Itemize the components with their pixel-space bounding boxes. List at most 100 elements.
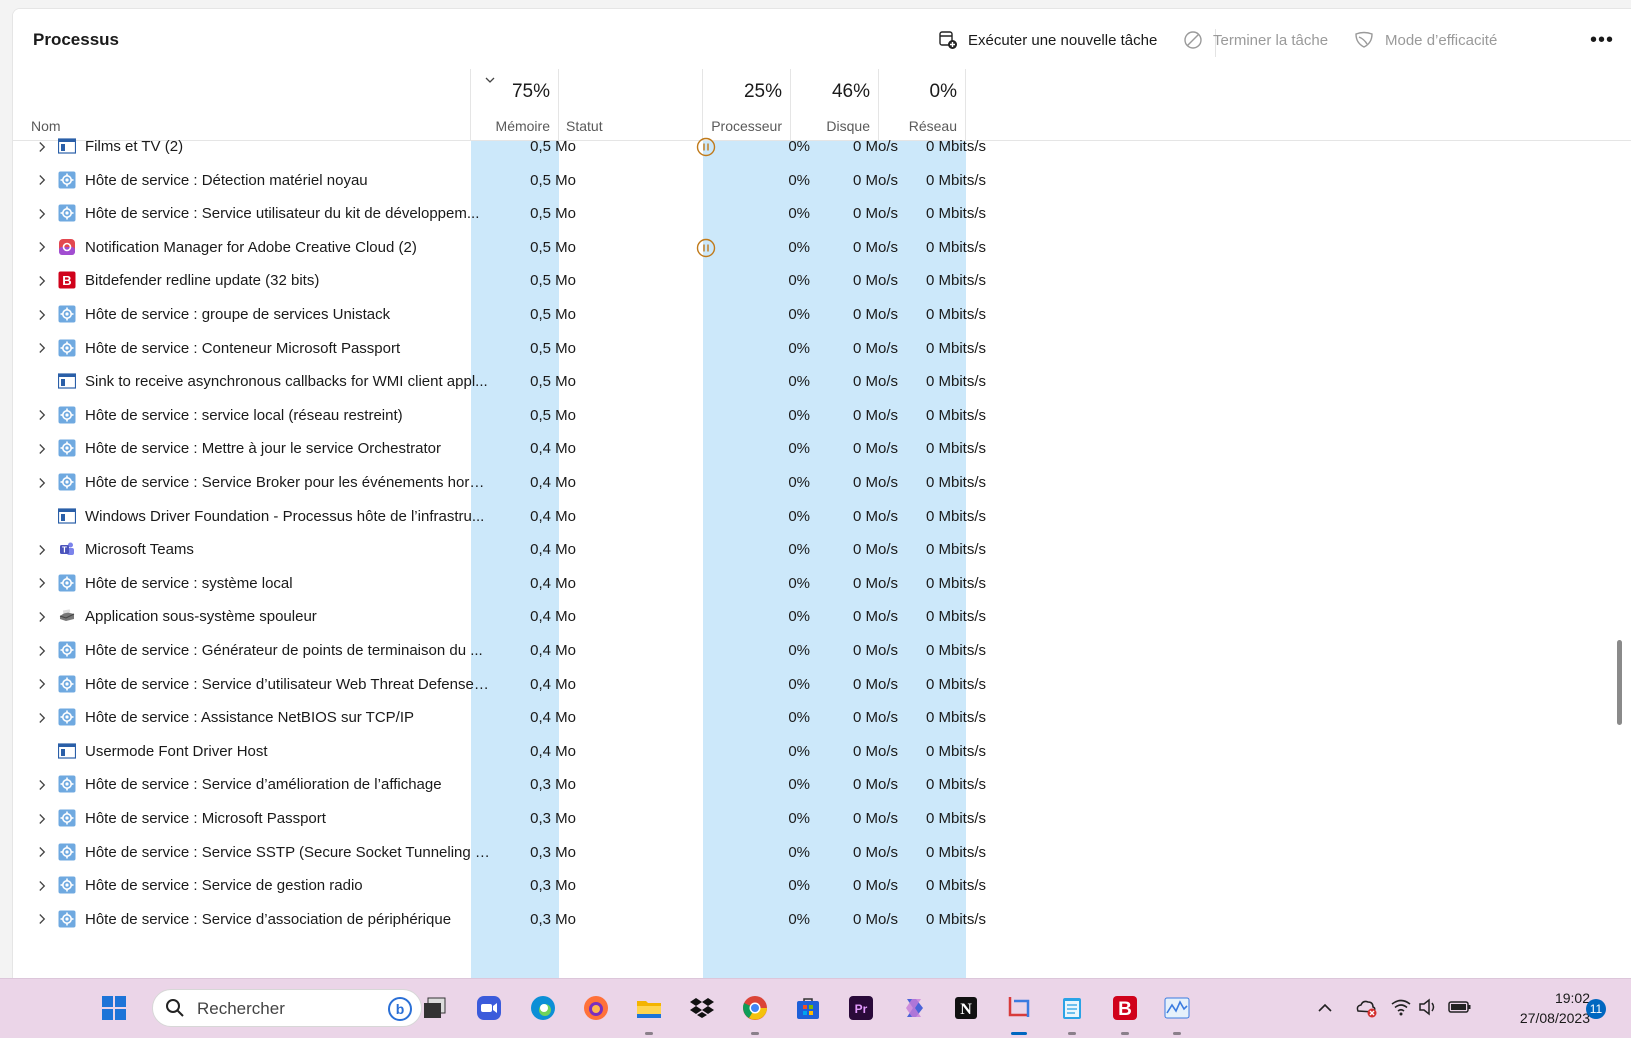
- firefox-icon[interactable]: [581, 993, 611, 1023]
- running-indicator: [1173, 1032, 1181, 1035]
- running-indicator: [645, 1032, 653, 1035]
- expand-chevron-icon[interactable]: [35, 297, 49, 332]
- premiere-icon[interactable]: Pr: [846, 993, 876, 1023]
- process-disk: 0 Mo/s: [852, 306, 898, 323]
- edge-icon[interactable]: [528, 993, 558, 1023]
- process-row[interactable]: Application sous-système spouleur 0,4 Mo 0…: [13, 599, 1013, 634]
- chevron-up-icon[interactable]: [1317, 1001, 1333, 1015]
- process-row[interactable]: Usermode Font Driver Host 0,4 Mo 0% 0 Mo/s 0…: [13, 734, 1013, 769]
- expand-chevron-icon[interactable]: [35, 633, 49, 668]
- new-task-icon: [939, 31, 957, 49]
- expand-chevron-icon[interactable]: [35, 431, 49, 466]
- expand-chevron-icon[interactable]: [35, 902, 49, 937]
- end-task-label: Terminer la tâche: [1213, 31, 1329, 49]
- volume-icon[interactable]: [1418, 998, 1440, 1016]
- bitdefender-icon[interactable]: B: [1110, 993, 1140, 1023]
- expand-chevron-icon[interactable]: [35, 835, 49, 870]
- process-disk: 0 Mo/s: [852, 843, 898, 861]
- process-row[interactable]: Hôte de service : Microsoft Passport 0,3 …: [13, 801, 1013, 836]
- disk-total: 46%: [831, 81, 870, 102]
- battery-icon[interactable]: [1448, 999, 1472, 1015]
- process-row[interactable]: Hôte de service : Service Broker pour le…: [13, 465, 1013, 500]
- file-explorer-icon[interactable]: [634, 993, 664, 1023]
- process-row[interactable]: Hôte de service : Service d’utilisateur …: [13, 667, 1013, 702]
- process-row[interactable]: Hôte de service : groupe de services Uni…: [13, 297, 1013, 332]
- expand-chevron-icon[interactable]: [35, 767, 49, 802]
- expand-chevron-icon[interactable]: [35, 163, 49, 198]
- task-manager-icon[interactable]: [1162, 993, 1192, 1023]
- expand-chevron-icon[interactable]: [35, 667, 49, 702]
- copilot-icon[interactable]: [899, 993, 929, 1023]
- ms-store-icon[interactable]: [793, 993, 823, 1023]
- process-name: Hôte de service : Service Broker pour le…: [85, 474, 491, 491]
- process-name: Hôte de service : Service d’utilisateur …: [85, 675, 491, 693]
- dropbox-icon[interactable]: [687, 993, 717, 1023]
- process-row[interactable]: Notification Manager for Adobe Creative …: [13, 230, 1013, 265]
- notion-icon[interactable]: N: [951, 993, 981, 1023]
- process-row[interactable]: T Microsoft Teams 0,4 Mo 0% 0 Mo/s 0 Mbits/s: [13, 532, 1013, 567]
- onedrive-icon[interactable]: [1354, 997, 1378, 1019]
- expand-chevron-icon[interactable]: [35, 532, 49, 567]
- process-row[interactable]: Windows Driver Foundation - Processus hô…: [13, 499, 1013, 534]
- process-row[interactable]: Hôte de service : Assistance NetBIOS sur…: [13, 700, 1013, 735]
- expand-chevron-icon[interactable]: [35, 230, 49, 265]
- process-row[interactable]: Hôte de service : Conteneur Microsoft Pa…: [13, 331, 1013, 366]
- expand-chevron-icon[interactable]: [35, 566, 49, 601]
- process-row[interactable]: Films et TV (2) 0,5 Mo 0% 0 Mo/s 0 Mbits/s: [13, 129, 1013, 164]
- process-memory: 0,5 Mo: [530, 171, 576, 189]
- process-row[interactable]: Hôte de service : service local (réseau …: [13, 398, 1013, 433]
- clock[interactable]: 19:02 27/08/2023: [1480, 988, 1590, 1028]
- process-row[interactable]: Hôte de service : Détection matériel noy…: [13, 163, 1013, 198]
- vertical-scrollbar[interactable]: [1617, 640, 1622, 725]
- notification-badge[interactable]: 11: [1586, 999, 1606, 1019]
- zoom-icon[interactable]: [474, 993, 504, 1023]
- expand-chevron-icon[interactable]: [35, 129, 49, 164]
- process-name: Windows Driver Foundation - Processus hô…: [85, 507, 485, 525]
- wifi-icon[interactable]: [1390, 998, 1412, 1016]
- process-row[interactable]: Sink to receive asynchronous callbacks f…: [13, 364, 1013, 399]
- process-name: Hôte de service : Détection matériel noy…: [85, 171, 368, 189]
- gear-icon: [58, 406, 76, 424]
- process-network: 0 Mbits/s: [925, 373, 986, 391]
- expand-chevron-icon[interactable]: [35, 398, 49, 433]
- process-memory: 0,4 Mo: [530, 440, 576, 458]
- process-row[interactable]: Hôte de service : Générateur de points d…: [13, 633, 1013, 668]
- process-row[interactable]: Hôte de service : Service d’association …: [13, 902, 1013, 937]
- expand-chevron-icon[interactable]: [35, 465, 49, 500]
- more-options-button[interactable]: •••: [1590, 29, 1614, 52]
- end-task-button[interactable]: Terminer la tâche: [1183, 25, 1328, 55]
- process-row[interactable]: Hôte de service : Service utilisateur du…: [13, 196, 1013, 231]
- process-name: Microsoft Teams: [85, 541, 194, 559]
- process-row[interactable]: Hôte de service : système local 0,4 Mo 0% 0…: [13, 566, 1013, 601]
- page-title: Processus: [33, 30, 119, 49]
- task-view-icon[interactable]: [420, 993, 450, 1023]
- process-memory: 0,5 Mo: [530, 138, 576, 155]
- running-indicator: [751, 1032, 759, 1035]
- expand-chevron-icon[interactable]: [35, 700, 49, 735]
- process-disk: 0 Mo/s: [852, 810, 898, 827]
- expand-chevron-icon[interactable]: [35, 196, 49, 231]
- expand-chevron-icon[interactable]: [35, 599, 49, 634]
- process-row[interactable]: Hôte de service : Mettre à jour le servi…: [13, 431, 1013, 466]
- process-row[interactable]: Hôte de service : Service de gestion rad…: [13, 868, 1013, 903]
- process-memory: 0,4 Mo: [530, 642, 576, 659]
- efficiency-mode-button[interactable]: Mode d’efficacité: [1353, 25, 1497, 55]
- process-disk: 0 Mo/s: [852, 877, 898, 895]
- process-row[interactable]: Hôte de service : Service d’amélioration…: [13, 767, 1013, 802]
- process-cpu: 0%: [788, 776, 810, 794]
- start-icon[interactable]: [99, 993, 129, 1023]
- chrome-icon[interactable]: [740, 993, 770, 1023]
- expand-chevron-icon[interactable]: [35, 331, 49, 366]
- taskbar-search[interactable]: Rechercher b: [152, 989, 422, 1027]
- notepad-icon[interactable]: [1057, 993, 1087, 1023]
- svg-text:b: b: [396, 1001, 405, 1017]
- process-row[interactable]: Hôte de service : Service SSTP (Secure S…: [13, 835, 1013, 870]
- expand-chevron-icon[interactable]: [35, 801, 49, 836]
- expand-chevron-icon[interactable]: [35, 263, 49, 298]
- snipping-tool-icon[interactable]: [1004, 993, 1034, 1023]
- process-name: Hôte de service : Générateur de points d…: [85, 642, 483, 659]
- expand-chevron-icon[interactable]: [35, 868, 49, 903]
- process-name: Bitdefender redline update (32 bits): [85, 272, 320, 290]
- run-new-task-button[interactable]: Exécuter une nouvelle tâche: [938, 25, 1157, 55]
- process-row[interactable]: B Bitdefender redline update (32 bits) 0,5…: [13, 263, 1013, 298]
